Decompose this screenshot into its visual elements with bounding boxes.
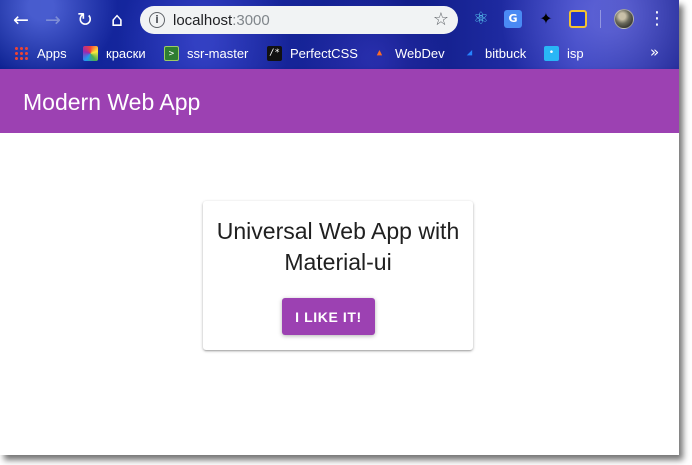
bookmark-label: ssr-master [187,45,249,61]
browser-window: ← → ↻ ⌂ i localhost:3000 ☆ ⚛ G ✦ ⋮ Apps [0,0,679,455]
main-content: Universal Web App with Material-ui I lik… [0,133,679,455]
more-bookmarks-chevron-icon[interactable]: » [650,43,659,61]
browser-chrome: ← → ↻ ⌂ i localhost:3000 ☆ ⚛ G ✦ ⋮ Apps [0,0,679,69]
home-icon[interactable]: ⌂ [104,7,130,33]
bookmark-label: bitbuck [485,45,527,61]
bookmark-webdev[interactable]: ▲ WebDev [372,44,445,62]
google-translate-icon[interactable]: G [504,10,522,28]
globe-icon: • [544,45,559,61]
app-title: Modern Web App [23,89,201,115]
bookmark-ssr-master[interactable]: > ssr-master [164,44,248,62]
bookmark-bitbuck[interactable]: ◢ bitbuck [462,44,526,62]
bookmarks-bar: Apps краски > ssr-master /* PerfectCSS ▲… [0,38,679,69]
apps-grid-icon [14,45,29,61]
bookmark-label: WebDev [395,45,445,61]
star-icon[interactable]: ☆ [433,9,449,30]
bookmark-label: краски [106,45,146,61]
card: Universal Web App with Material-ui I lik… [203,201,473,350]
url-port: :3000 [232,12,270,29]
address-bar[interactable]: i localhost:3000 ☆ [140,6,458,34]
kebab-menu-icon[interactable]: ⋮ [648,9,666,31]
forward-icon[interactable]: → [40,7,66,33]
ninja-extension-icon[interactable]: ✦ [537,10,555,28]
bookmark-label: PerfectCSS [290,45,358,61]
bookmark-perfectcss[interactable]: /* PerfectCSS [267,44,358,62]
url-text[interactable]: localhost:3000 [173,12,270,29]
bookmark-apps[interactable]: Apps [14,44,67,62]
gitlab-icon: ▲ [376,47,383,58]
bookmark-isp[interactable]: • isp [544,44,584,62]
bitbucket-icon: ◢ [466,47,473,58]
info-icon[interactable]: i [149,12,165,28]
browser-toolbar: ← → ↻ ⌂ i localhost:3000 ☆ ⚛ G ✦ ⋮ [0,0,679,38]
code-comment-icon: /* [267,45,282,61]
reload-icon[interactable]: ↻ [72,7,98,33]
react-devtools-icon[interactable]: ⚛ [472,10,490,28]
back-icon[interactable]: ← [8,7,34,33]
toolbar-divider [600,10,601,28]
bookmark-kraski[interactable]: краски [83,44,146,62]
bookmark-label: Apps [37,45,67,61]
color-wheel-icon [83,45,98,61]
bars-extension-icon[interactable] [569,10,587,28]
url-host: localhost [173,12,233,29]
app-bar: Modern Web App [0,69,679,133]
profile-avatar[interactable] [614,9,634,29]
bookmark-label: isp [567,45,584,61]
card-text: Universal Web App with Material-ui [216,218,460,275]
like-button[interactable]: I like it! [282,298,375,335]
terminal-icon: > [164,45,179,61]
